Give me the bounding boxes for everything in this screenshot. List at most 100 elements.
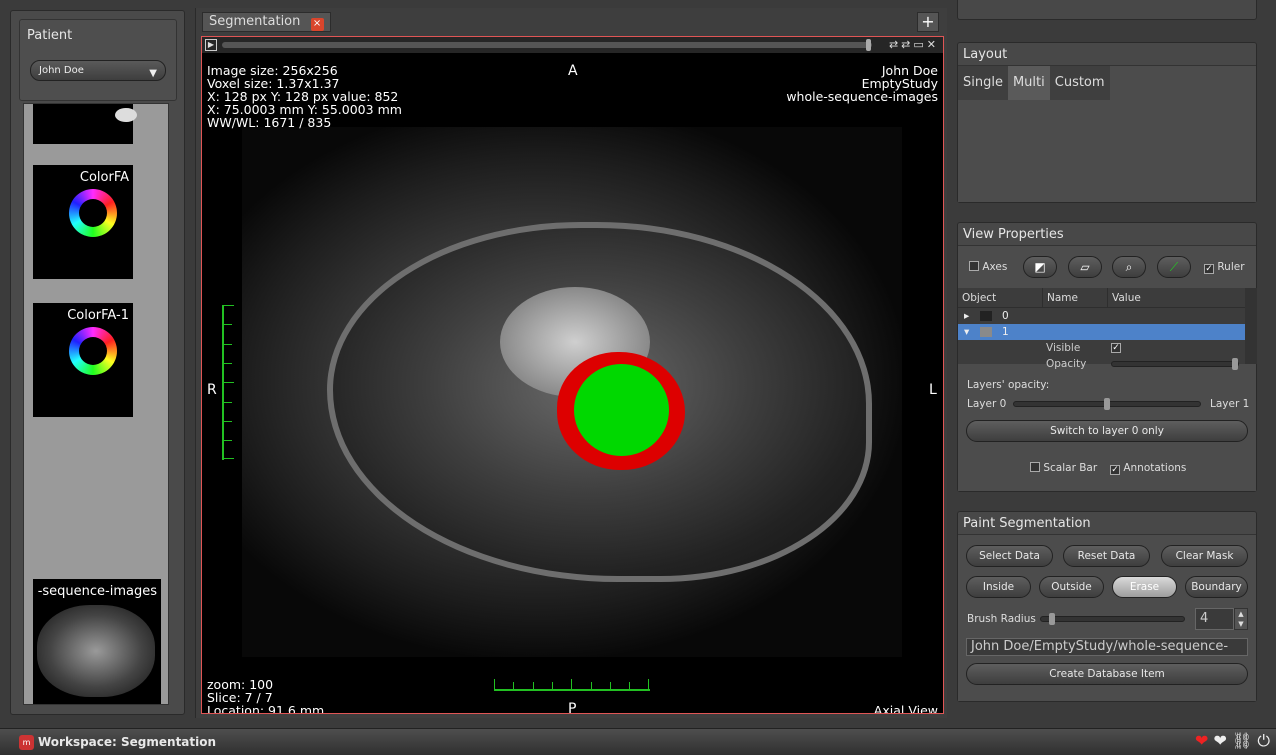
tree-row[interactable]: ▸ 0	[958, 308, 1246, 324]
tab-custom[interactable]: Custom	[1050, 66, 1110, 100]
orientation-left: R	[207, 382, 217, 398]
contrast-icon: ◩	[1034, 260, 1046, 274]
horizontal-ruler	[494, 679, 650, 691]
layout-panel: Layout Single Multi Custom	[957, 42, 1257, 203]
annotations-checkbox[interactable]: ✓	[1110, 465, 1120, 475]
orientation-top: A	[568, 63, 578, 79]
clear-mask-button[interactable]: Clear Mask	[1161, 545, 1248, 567]
mri-image[interactable]	[242, 127, 902, 657]
boundary-button[interactable]: Boundary	[1185, 576, 1248, 598]
layer-icon	[980, 327, 992, 337]
thumbnail-whole-sequence[interactable]: -sequence-images	[33, 579, 161, 704]
brush-radius-slider[interactable]	[1040, 613, 1185, 625]
brush-radius-spinbox[interactable]: 4	[1195, 608, 1234, 630]
workspace-label: Workspace: Segmentation	[38, 735, 217, 749]
tray-icon-group[interactable]: ❤ ⛓ ⏻	[1213, 731, 1270, 750]
annotations-label: Annotations	[1123, 462, 1187, 474]
tree-row-opacity: Opacity	[958, 356, 1246, 372]
patient-select[interactable]: John Doe ▼	[30, 60, 166, 81]
layers-opacity-label: Layers' opacity:	[967, 379, 1050, 391]
brush-radius-handle[interactable]	[1049, 613, 1055, 625]
spin-arrows-icon[interactable]: ▲ ▼	[1234, 608, 1248, 630]
vertical-ruler	[222, 305, 234, 460]
tree-scrollbar[interactable]	[1245, 288, 1257, 364]
expand-arrow-icon[interactable]: ▸	[964, 308, 969, 324]
outside-button[interactable]: Outside	[1039, 576, 1104, 598]
column-value[interactable]: Value	[1108, 288, 1246, 307]
tab-multi[interactable]: Multi	[1007, 66, 1050, 100]
view-properties-panel: View Properties Axes ◩ ▱ ⌕ ⟋ ✓ Ruler Obj…	[957, 222, 1257, 492]
play-icon[interactable]: ▶	[205, 39, 217, 51]
image-viewer[interactable]: ▶ ⇄⇄▭✕ Image size: 256x256 Voxel size: 1…	[201, 36, 944, 714]
select-data-button[interactable]: Select Data	[966, 545, 1053, 567]
viewer-tool-icons[interactable]: ⇄⇄▭✕	[889, 37, 939, 53]
opacity-label: Opacity	[1046, 358, 1087, 370]
erase-button[interactable]: Erase	[1112, 576, 1177, 598]
switch-layer-button[interactable]: Switch to layer 0 only	[966, 420, 1248, 442]
measure-button[interactable]: ⟋	[1157, 256, 1191, 278]
brush-radius-label: Brush Radius	[967, 613, 1036, 625]
thumbnail-list[interactable]: ColorFA ColorFA-1 -sequence-images	[23, 103, 169, 705]
window-level-button[interactable]: ◩	[1023, 256, 1057, 278]
magnifier-icon: ⌕	[1125, 260, 1133, 274]
database-path-field[interactable]: John Doe/EmptyStudy/whole-sequence-	[966, 638, 1248, 656]
patient-select-value: John Doe	[39, 65, 84, 76]
ruler-toggle[interactable]: ✓ Ruler	[1204, 261, 1245, 274]
tab-label: Segmentation	[209, 14, 301, 29]
chevron-down-icon: ▼	[149, 68, 157, 79]
layout-title: Layout	[963, 47, 1008, 62]
zoom-button[interactable]: ⌕	[1112, 256, 1146, 278]
tab-segmentation[interactable]: Segmentation ×	[202, 12, 331, 32]
tree-row-selected[interactable]: ▾ 1	[958, 324, 1246, 340]
layout-tabs: Single Multi Custom	[958, 66, 1110, 100]
visible-label: Visible	[1046, 342, 1081, 354]
thumbnail-image	[69, 327, 117, 375]
viewer-toolbar: ▶ ⇄⇄▭✕	[202, 37, 943, 53]
view-properties-body: Axes ◩ ▱ ⌕ ⟋ ✓ Ruler Object Name Value ▸…	[958, 245, 1257, 491]
collapse-arrow-icon[interactable]: ▾	[964, 324, 969, 340]
reset-data-button[interactable]: Reset Data	[1063, 545, 1150, 567]
thumbnail-label: ColorFA	[79, 170, 129, 185]
close-icon[interactable]: ×	[310, 18, 324, 31]
layer-blend-handle[interactable]	[1104, 398, 1110, 410]
top-panel-stub	[957, 0, 1257, 20]
slice-button[interactable]: ▱	[1068, 256, 1102, 278]
axes-checkbox[interactable]	[969, 261, 979, 271]
create-database-item-button[interactable]: Create Database Item	[966, 663, 1248, 685]
orientation-right: L	[929, 382, 937, 398]
thumbnail-colorfa-1[interactable]: ColorFA-1	[33, 303, 133, 417]
axes-toggle[interactable]: Axes	[969, 261, 1007, 273]
column-object[interactable]: Object	[958, 288, 1043, 307]
tray-icons[interactable]: ❤ ❤ ⛓ ⏻	[1195, 731, 1270, 751]
heart-icon[interactable]: ❤	[1195, 731, 1208, 750]
column-name[interactable]: Name	[1043, 288, 1108, 307]
thumbnail-image	[69, 189, 117, 237]
add-view-button[interactable]: +	[917, 12, 939, 32]
ruler-checkbox[interactable]: ✓	[1204, 264, 1214, 274]
thumbnail-colorfa[interactable]: ColorFA	[33, 165, 133, 279]
scalar-bar-checkbox[interactable]	[1030, 462, 1040, 472]
location-readout: Location: 91.6 mm	[207, 703, 325, 714]
thumbnail-image	[37, 605, 155, 697]
scalar-bar-label: Scalar Bar	[1043, 462, 1098, 474]
info-line: WW/WL: 1671 / 835	[207, 115, 332, 130]
slice-slider[interactable]	[222, 42, 872, 48]
visible-checkbox[interactable]: ✓	[1111, 343, 1121, 353]
inside-button[interactable]: Inside	[966, 576, 1031, 598]
scalar-bar-toggle[interactable]: Scalar Bar	[1030, 462, 1097, 474]
opacity-slider[interactable]	[1111, 358, 1239, 370]
annotations-toggle[interactable]: ✓ Annotations	[1110, 462, 1186, 475]
thumbnail-partial[interactable]	[33, 104, 137, 144]
ruler-label: Ruler	[1217, 261, 1245, 273]
view-orientation-name: Axial View	[873, 703, 938, 714]
slice-slider-handle[interactable]	[866, 39, 871, 51]
layer-blend-slider[interactable]	[1013, 398, 1201, 410]
image-info: Image size: 256x256 Voxel size: 1.37x1.3…	[207, 64, 402, 129]
object-tree[interactable]: Object Name Value ▸ 0 ▾ 1 Visible ✓ Opac…	[958, 288, 1246, 370]
patient-info: John Doe EmptyStudy whole-sequence-image…	[786, 64, 938, 103]
opacity-slider-handle[interactable]	[1232, 358, 1238, 370]
tab-single[interactable]: Single	[958, 66, 1008, 100]
layer-icon	[980, 311, 992, 321]
tree-row-name: 1	[1002, 326, 1009, 338]
paint-body: Select Data Reset Data Clear Mask Inside…	[958, 534, 1256, 701]
